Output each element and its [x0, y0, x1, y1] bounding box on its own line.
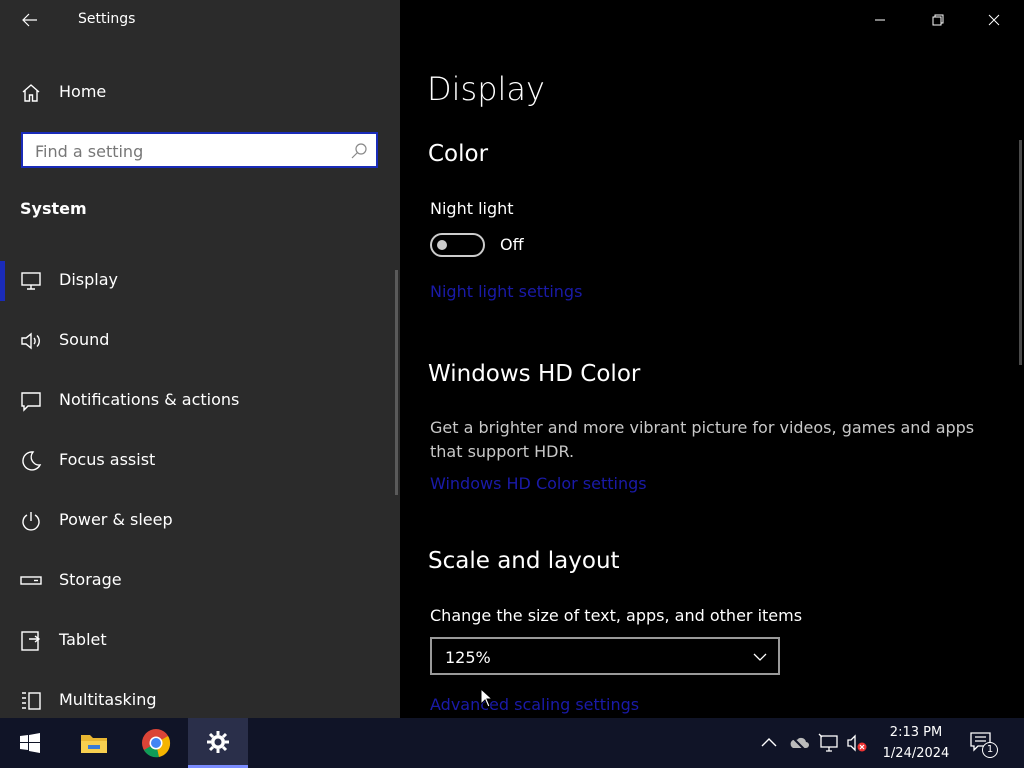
tablet-icon: [21, 631, 41, 651]
sidebar-item-power-sleep[interactable]: Power & sleep: [0, 497, 396, 545]
start-button[interactable]: [0, 718, 60, 768]
title-bar: Settings: [0, 0, 400, 40]
sidebar-item-focus-assist[interactable]: Focus assist: [0, 437, 396, 485]
clock-date: 1/24/2024: [882, 746, 950, 761]
close-icon: [988, 14, 1000, 26]
sidebar-item-display[interactable]: Display: [0, 257, 396, 305]
multitasking-icon: [22, 692, 41, 710]
section-label: System: [20, 199, 87, 218]
taskbar: 2:13 PM 1/24/2024 1: [0, 718, 1024, 768]
notification-icon: [21, 392, 41, 412]
sidebar-item-multitasking[interactable]: Multitasking: [0, 677, 396, 718]
sidebar-item-label: Focus assist: [59, 450, 156, 469]
chrome-icon: [142, 729, 171, 758]
hdr-heading: Windows HD Color: [428, 361, 641, 387]
onedrive-offline-icon[interactable]: [788, 733, 810, 753]
advanced-scaling-link[interactable]: Advanced scaling settings: [430, 695, 639, 714]
app-title: Settings: [78, 11, 136, 27]
scale-value: 125%: [445, 648, 491, 667]
system-clock[interactable]: 2:13 PM 1/24/2024: [876, 722, 956, 764]
chevron-up-icon[interactable]: [758, 733, 780, 753]
settings-taskbar-button[interactable]: [188, 718, 248, 768]
night-light-toggle[interactable]: [430, 233, 485, 257]
selection-indicator: [0, 261, 5, 301]
content-scrollbar[interactable]: [1019, 140, 1022, 365]
night-light-label: Night light: [430, 199, 514, 218]
sidebar-item-label: Power & sleep: [59, 510, 173, 529]
chrome-button[interactable]: [126, 718, 186, 768]
sidebar-item-label: Notifications & actions: [59, 390, 240, 409]
settings-sidebar: Settings Home System Display Sound Notif…: [0, 0, 400, 718]
hdr-description: Get a brighter and more vibrant picture …: [430, 418, 975, 461]
notification-count-badge: 1: [982, 742, 998, 758]
night-light-settings-link[interactable]: Night light settings: [430, 282, 582, 301]
minimize-button[interactable]: [852, 0, 908, 40]
sidebar-item-label: Storage: [59, 570, 122, 589]
network-icon[interactable]: [818, 733, 840, 753]
sidebar-item-sound[interactable]: Sound: [0, 317, 396, 365]
sidebar-item-label: Sound: [59, 330, 110, 349]
sidebar-scrollbar[interactable]: [395, 270, 398, 495]
sidebar-item-tablet[interactable]: Tablet: [0, 617, 396, 665]
color-heading: Color: [428, 141, 489, 167]
clock-time: 2:13 PM: [889, 725, 943, 740]
sidebar-item-label: Home: [59, 82, 107, 101]
restore-icon: [932, 14, 944, 26]
windows-start-icon: [20, 733, 40, 753]
search-input[interactable]: [35, 140, 335, 162]
sidebar-item-home[interactable]: Home: [0, 72, 400, 112]
scale-heading: Scale and layout: [428, 548, 620, 574]
file-explorer-icon: [81, 735, 107, 753]
speaker-icon: [21, 332, 40, 350]
action-center-button[interactable]: 1: [968, 730, 998, 758]
storage-icon: [20, 576, 42, 585]
page-title: Display: [427, 70, 545, 108]
chevron-down-icon: [753, 653, 767, 661]
mouse-cursor-icon: [480, 688, 494, 708]
moon-icon: [22, 451, 42, 471]
hdr-settings-link[interactable]: Windows HD Color settings: [430, 474, 647, 493]
settings-content: Display Color Night light Off Night ligh…: [400, 0, 1024, 718]
restore-button[interactable]: [910, 0, 966, 40]
home-icon: [22, 84, 40, 102]
scale-dropdown[interactable]: 125%: [430, 637, 780, 675]
back-button[interactable]: [16, 8, 44, 32]
toggle-knob: [437, 240, 447, 250]
minimize-icon: [875, 19, 885, 21]
night-light-state: Off: [500, 235, 524, 254]
close-button[interactable]: [966, 0, 1022, 40]
volume-muted-icon[interactable]: [846, 733, 868, 753]
monitor-icon: [21, 272, 41, 290]
search-icon[interactable]: [350, 142, 368, 160]
sidebar-item-notifications[interactable]: Notifications & actions: [0, 377, 396, 425]
scale-label: Change the size of text, apps, and other…: [430, 606, 803, 625]
sidebar-item-label: Multitasking: [59, 690, 157, 709]
sidebar-item-label: Display: [59, 270, 118, 289]
file-explorer-button[interactable]: [64, 718, 124, 768]
back-arrow-icon: [22, 13, 37, 27]
settings-icon: [207, 730, 229, 753]
search-box[interactable]: [21, 132, 378, 168]
sidebar-item-label: Tablet: [59, 630, 107, 649]
sidebar-item-storage[interactable]: Storage: [0, 557, 396, 605]
power-icon: [22, 512, 40, 531]
